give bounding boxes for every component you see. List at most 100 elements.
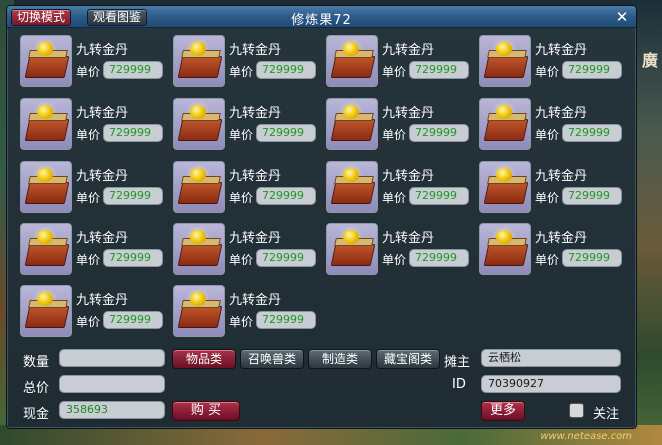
elixir-box-icon[interactable] xyxy=(20,35,72,87)
elixir-box-icon[interactable] xyxy=(20,161,72,213)
follow-checkbox[interactable] xyxy=(569,403,584,418)
item-slot[interactable]: 九转金丹单价 729999 xyxy=(326,98,476,152)
item-slot[interactable]: 九转金丹 单价 729999 xyxy=(20,98,170,152)
item-slot[interactable]: 九转金丹 单价 729999 xyxy=(173,98,323,152)
unit-price-label: 单价 xyxy=(382,65,407,79)
cash-field: 358693 xyxy=(59,401,165,419)
item-slot[interactable]: 九转金丹单价 729999 xyxy=(326,161,476,215)
elixir-box-icon[interactable] xyxy=(326,98,378,150)
item-name: 九转金丹 xyxy=(229,106,282,121)
unit-price-label: 单价 xyxy=(229,65,254,79)
unit-price-label: 单价 xyxy=(76,315,101,329)
window-title: 修炼果72 xyxy=(291,13,352,28)
unit-price-value: 729999 xyxy=(256,187,316,205)
item-slot[interactable]: 九转金丹 单价 729999 xyxy=(326,223,476,277)
item-slot[interactable]: 九转金丹 单价 729999 xyxy=(173,285,323,339)
item-slot[interactable]: 九转金丹单价 729999 xyxy=(479,35,629,89)
title-bar[interactable]: 切换模式 观看图鉴 修炼果72 ✕ xyxy=(7,6,636,28)
unit-price-value: 729999 xyxy=(409,187,469,205)
item-name: 九转金丹 xyxy=(382,106,435,121)
item-slot[interactable]: 九转金丹单价 729999 xyxy=(173,223,323,277)
elixir-box-icon[interactable] xyxy=(479,223,531,275)
item-name: 九转金丹 xyxy=(76,106,129,121)
unit-price-label: 单价 xyxy=(76,253,101,267)
item-name: 九转金丹 xyxy=(76,169,129,184)
unit-price-label: 单价 xyxy=(535,128,560,142)
unit-price-label: 单价 xyxy=(382,253,407,267)
item-name: 九转金丹 xyxy=(229,43,282,58)
unit-price-label: 单价 xyxy=(76,128,101,142)
elixir-box-icon[interactable] xyxy=(20,285,72,337)
item-name: 九转金丹 xyxy=(76,231,129,246)
unit-price-label: 单价 xyxy=(382,191,407,205)
stall-window: 切换模式 观看图鉴 修炼果72 ✕ 九转金丹 单价 729999 九转金丹 单价 7299… xyxy=(6,5,637,429)
unit-price-value: 729999 xyxy=(562,124,622,142)
item-slot[interactable]: 九转金丹 单价 729999 xyxy=(479,98,629,152)
elixir-box-icon[interactable] xyxy=(326,223,378,275)
unit-price-value: 729999 xyxy=(103,61,163,79)
category-summon-button[interactable]: 召唤兽类 xyxy=(240,349,304,369)
item-slot[interactable]: 九转金丹单价 729999 xyxy=(479,223,629,277)
elixir-box-icon[interactable] xyxy=(20,98,72,150)
elixir-box-icon[interactable] xyxy=(20,223,72,275)
unit-price-label: 单价 xyxy=(229,253,254,267)
item-name: 九转金丹 xyxy=(229,231,282,246)
elixir-box-icon[interactable] xyxy=(479,35,531,87)
elixir-box-icon[interactable] xyxy=(479,161,531,213)
elixir-box-icon[interactable] xyxy=(326,35,378,87)
follow-label: 关注 xyxy=(593,407,620,422)
category-items-button[interactable]: 物品类 xyxy=(172,349,236,369)
owner-field: 云栖松 xyxy=(481,349,621,367)
unit-price-value: 729999 xyxy=(562,61,622,79)
unit-price-value: 729999 xyxy=(409,61,469,79)
total-price-field xyxy=(59,375,165,393)
quantity-label: 数量 xyxy=(23,355,50,370)
item-slot[interactable]: 九转金丹单价 729999 xyxy=(20,35,170,89)
more-button[interactable]: 更多 xyxy=(481,401,525,421)
item-slot[interactable]: 九转金丹单价 729999 xyxy=(20,223,170,277)
item-name: 九转金丹 xyxy=(382,169,435,184)
item-name: 九转金丹 xyxy=(76,293,129,308)
buy-button[interactable]: 购 买 xyxy=(172,401,240,421)
unit-price-value: 729999 xyxy=(103,187,163,205)
elixir-box-icon[interactable] xyxy=(173,35,225,87)
item-name: 九转金丹 xyxy=(229,293,282,308)
unit-price-value: 729999 xyxy=(256,249,316,267)
category-treasure-button[interactable]: 藏宝阁类 xyxy=(376,349,440,369)
item-slot[interactable]: 九转金丹 单价 729999 xyxy=(20,285,170,339)
item-slot[interactable]: 九转金丹 单价 729999 xyxy=(173,35,323,89)
elixir-box-icon[interactable] xyxy=(479,98,531,150)
unit-price-value: 729999 xyxy=(562,249,622,267)
item-name: 九转金丹 xyxy=(229,169,282,184)
category-crafting-button[interactable]: 制造类 xyxy=(308,349,372,369)
quantity-input[interactable] xyxy=(59,349,165,367)
background-sign: 廣 xyxy=(639,52,658,68)
elixir-box-icon[interactable] xyxy=(173,161,225,213)
item-name: 九转金丹 xyxy=(76,43,129,58)
elixir-box-icon[interactable] xyxy=(173,285,225,337)
item-name: 九转金丹 xyxy=(535,231,588,246)
elixir-box-icon[interactable] xyxy=(326,161,378,213)
item-slot[interactable]: 九转金丹单价 729999 xyxy=(173,161,323,215)
item-slot[interactable]: 九转金丹 单价 729999 xyxy=(20,161,170,215)
close-icon[interactable]: ✕ xyxy=(614,9,630,25)
unit-price-label: 单价 xyxy=(76,65,101,79)
id-label: ID xyxy=(452,377,466,392)
item-slot[interactable]: 九转金丹单价 729999 xyxy=(326,35,476,89)
unit-price-label: 单价 xyxy=(535,253,560,267)
unit-price-label: 单价 xyxy=(535,65,560,79)
unit-price-label: 单价 xyxy=(535,191,560,205)
unit-price-value: 729999 xyxy=(103,249,163,267)
cash-label: 现金 xyxy=(23,407,50,422)
elixir-box-icon[interactable] xyxy=(173,223,225,275)
item-name: 九转金丹 xyxy=(535,43,588,58)
unit-price-value: 729999 xyxy=(562,187,622,205)
owner-label: 摊主 xyxy=(444,355,471,370)
unit-price-label: 单价 xyxy=(229,191,254,205)
item-name: 九转金丹 xyxy=(382,231,435,246)
item-name: 九转金丹 xyxy=(382,43,435,58)
unit-price-label: 单价 xyxy=(382,128,407,142)
elixir-box-icon[interactable] xyxy=(173,98,225,150)
item-slot[interactable]: 九转金丹 单价 729999 xyxy=(479,161,629,215)
unit-price-value: 729999 xyxy=(409,124,469,142)
